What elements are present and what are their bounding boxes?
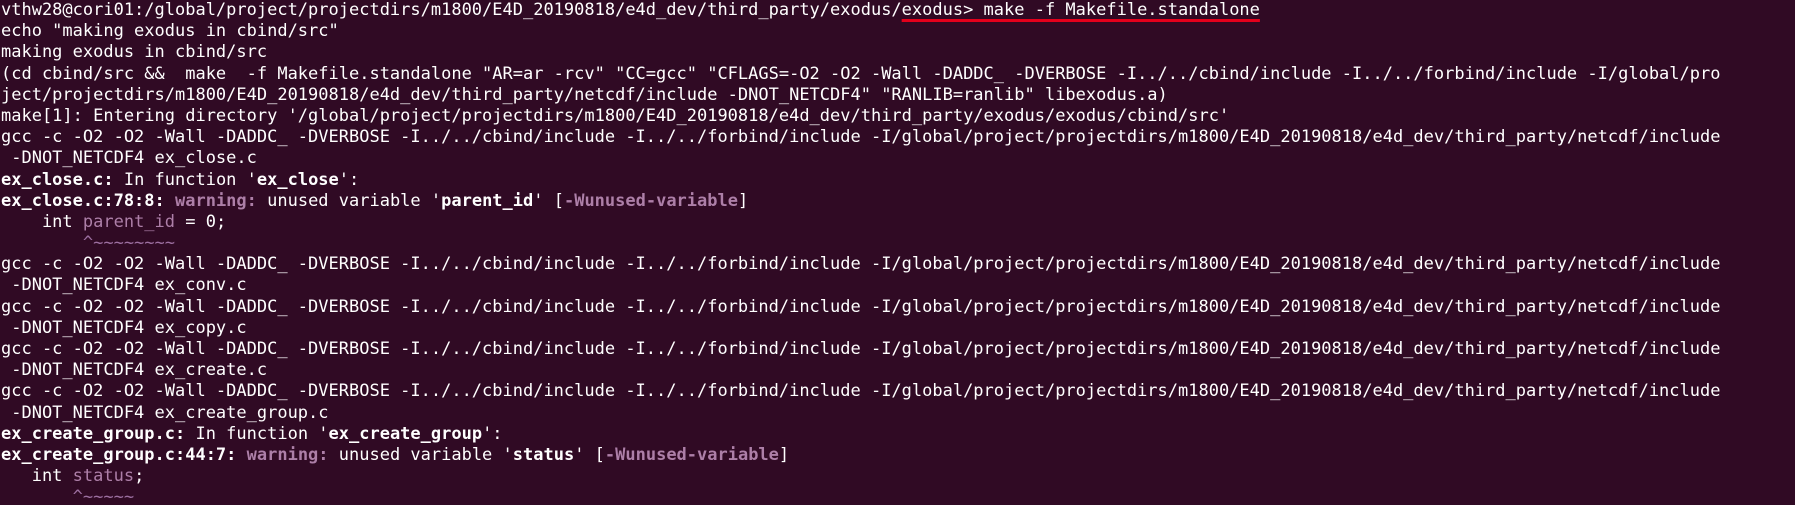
warning-flag: -Wunused-variable [563, 190, 738, 211]
output-line: -DNOT_NETCDF4 ex_create.c [1, 360, 268, 381]
output-line: gcc -c -O2 -O2 -Wall -DADDC_ -DVERBOSE -… [1, 127, 1721, 148]
output-line: make[1]: Entering directory '/global/pro… [1, 105, 1230, 126]
output-line: gcc -c -O2 -O2 -Wall -DADDC_ -DVERBOSE -… [1, 254, 1721, 275]
output-line: -DNOT_NETCDF4 ex_copy.c [1, 317, 247, 338]
caret-line: ^~~~~~ [1, 487, 135, 505]
output-line: -DNOT_NETCDF4 ex_create_group.c [1, 402, 329, 423]
output-line: -DNOT_NETCDF4 ex_conv.c [1, 275, 247, 296]
warning-flag: -Wunused-variable [604, 444, 779, 465]
caret-line: ^~~~~~~~~ [1, 233, 175, 254]
output-line: echo "making exodus in cbind/src" [1, 21, 339, 42]
warning-line: ex_create_group.c:44:7: warning: unused … [1, 444, 790, 465]
warning-label: warning: [236, 444, 329, 465]
prompt-command: exodus> make -f Makefile.standalone [901, 0, 1260, 20]
output-line: making exodus in cbind/src [1, 42, 268, 63]
output-line: (cd cbind/src && make -f Makefile.standa… [1, 63, 1721, 84]
output-line: gcc -c -O2 -O2 -Wall -DADDC_ -DVERBOSE -… [1, 296, 1721, 317]
source-code-line: int status; [1, 466, 145, 487]
prompt-line: vthw28@cori01:/global/project/projectdir… [1, 0, 1795, 21]
function-context-line: ex_create_group.c: In function 'ex_creat… [1, 423, 503, 444]
warning-line: ex_close.c:78:8: warning: unused variabl… [1, 190, 749, 211]
output-line: gcc -c -O2 -O2 -Wall -DADDC_ -DVERBOSE -… [1, 381, 1721, 402]
output-line: gcc -c -O2 -O2 -Wall -DADDC_ -DVERBOSE -… [1, 339, 1721, 359]
terminal-window[interactable]: vthw28@cori01:/global/project/projectdir… [0, 0, 1795, 505]
output-line: -DNOT_NETCDF4 ex_close.c [1, 148, 257, 169]
prompt-path: vthw28@cori01:/global/project/projectdir… [1, 0, 902, 20]
source-code-line: int parent_id = 0; [1, 211, 227, 232]
output-line: ject/projectdirs/m1800/E4D_20190818/e4d_… [1, 84, 1168, 105]
warning-label: warning: [164, 190, 257, 211]
function-context-line: ex_close.c: In function 'ex_close': [1, 169, 360, 190]
